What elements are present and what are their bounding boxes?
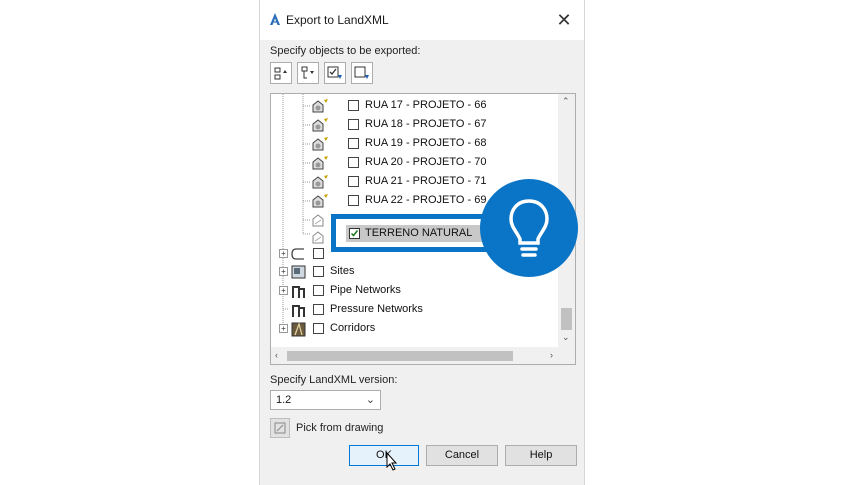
tree-item[interactable]: + Pipe Networks bbox=[271, 282, 561, 300]
selected-item-label: TERRENO NATURAL bbox=[365, 227, 473, 239]
dialog-title: Export to LandXML bbox=[286, 13, 389, 27]
pick-from-drawing-label: Pick from drawing bbox=[296, 422, 384, 434]
sites-icon bbox=[291, 265, 306, 279]
mouse-cursor-icon bbox=[386, 452, 398, 471]
checkbox[interactable] bbox=[313, 323, 324, 334]
pick-from-drawing-button[interactable] bbox=[270, 418, 290, 438]
check-all-icon bbox=[327, 66, 342, 79]
surface-outline-icon bbox=[312, 214, 324, 227]
alignment-icon bbox=[291, 248, 304, 260]
help-button[interactable]: Help bbox=[505, 445, 577, 466]
title-bar: Export to LandXML ✕ bbox=[260, 0, 584, 40]
checkbox[interactable] bbox=[348, 138, 359, 149]
tree-item[interactable]: + Corridors bbox=[271, 320, 561, 338]
expand-all-button[interactable] bbox=[270, 62, 292, 84]
tree-item-label: RUA 19 - PROJETO - 68 bbox=[365, 137, 487, 149]
objects-label: Specify objects to be exported: bbox=[270, 45, 421, 57]
vertical-scroll-thumb[interactable] bbox=[561, 308, 572, 330]
collapse-all-button[interactable] bbox=[297, 62, 319, 84]
check-all-button[interactable] bbox=[324, 62, 346, 84]
checkbox[interactable] bbox=[313, 285, 324, 296]
scroll-corner bbox=[558, 347, 575, 364]
tree-item-label: RUA 22 - PROJETO - 69 bbox=[365, 194, 487, 206]
corridors-icon bbox=[291, 322, 306, 337]
surface-icon bbox=[312, 137, 328, 151]
uncheck-all-icon bbox=[354, 66, 369, 79]
tree-item-label: Sites bbox=[330, 265, 355, 277]
expand-toggle[interactable]: + bbox=[279, 286, 288, 295]
surface-icon bbox=[312, 118, 328, 132]
checkbox[interactable] bbox=[348, 119, 359, 130]
checkbox[interactable] bbox=[348, 176, 359, 187]
scroll-up-icon[interactable]: ⌃ bbox=[562, 96, 570, 107]
checkbox[interactable] bbox=[313, 248, 324, 259]
tree-item[interactable]: RUA 18 - PROJETO - 67 bbox=[271, 116, 561, 134]
expand-all-icon bbox=[274, 67, 287, 80]
scroll-down-icon[interactable]: ⌄ bbox=[562, 332, 570, 343]
ok-button[interactable]: OK bbox=[349, 445, 419, 466]
uncheck-all-button[interactable] bbox=[351, 62, 373, 84]
highlight-frame: TERRENO NATURAL bbox=[331, 214, 497, 252]
cancel-button[interactable]: Cancel bbox=[426, 445, 498, 466]
tree-item-label: RUA 20 - PROJETO - 70 bbox=[365, 156, 487, 168]
chevron-down-icon: ⌄ bbox=[365, 394, 375, 406]
tree-item-label: Pipe Networks bbox=[330, 284, 401, 296]
tree-item[interactable]: RUA 20 - PROJETO - 70 bbox=[271, 154, 561, 172]
tree-item[interactable]: RUA 19 - PROJETO - 68 bbox=[271, 135, 561, 153]
scroll-left-icon[interactable]: ‹ bbox=[275, 350, 278, 360]
tree-item-label: Pressure Networks bbox=[330, 303, 423, 315]
checkbox-checked[interactable] bbox=[349, 228, 360, 239]
expand-toggle[interactable]: + bbox=[279, 249, 288, 258]
surface-outline-icon bbox=[312, 231, 324, 244]
pick-icon bbox=[274, 422, 286, 434]
checkbox[interactable] bbox=[348, 195, 359, 206]
checkbox[interactable] bbox=[313, 304, 324, 315]
tree-item[interactable]: Pressure Networks bbox=[271, 301, 561, 319]
close-icon: ✕ bbox=[556, 10, 572, 30]
tip-badge bbox=[480, 179, 578, 277]
horizontal-scrollbar[interactable]: ‹ › bbox=[271, 347, 559, 364]
scroll-right-icon[interactable]: › bbox=[550, 350, 553, 360]
version-label: Specify LandXML version: bbox=[270, 374, 398, 386]
surface-icon bbox=[312, 175, 328, 189]
checkbox[interactable] bbox=[348, 157, 359, 168]
expand-toggle[interactable]: + bbox=[279, 267, 288, 276]
tree-item[interactable]: RUA 17 - PROJETO - 66 bbox=[271, 97, 561, 115]
surface-icon bbox=[312, 99, 328, 113]
tree-item-label: RUA 18 - PROJETO - 67 bbox=[365, 118, 487, 130]
surface-icon bbox=[312, 194, 328, 208]
tree-item-label: RUA 21 - PROJETO - 71 bbox=[365, 175, 487, 187]
surface-icon bbox=[312, 156, 328, 170]
horizontal-scroll-thumb[interactable] bbox=[287, 351, 513, 361]
checkbox[interactable] bbox=[313, 266, 324, 277]
pressure-networks-icon bbox=[292, 305, 305, 317]
collapse-all-icon bbox=[301, 66, 314, 79]
tree-item-label: RUA 17 - PROJETO - 66 bbox=[365, 99, 487, 111]
pipe-networks-icon bbox=[292, 286, 305, 298]
selected-item[interactable]: TERRENO NATURAL bbox=[346, 225, 492, 242]
checkmark-icon bbox=[350, 230, 359, 237]
civil3d-app-icon bbox=[270, 13, 280, 25]
version-select[interactable]: 1.2 ⌄ bbox=[270, 390, 381, 410]
checkbox[interactable] bbox=[348, 100, 359, 111]
tree-item-label: Corridors bbox=[330, 322, 376, 334]
version-value: 1.2 bbox=[276, 394, 292, 406]
lightbulb-icon bbox=[509, 199, 549, 257]
close-button[interactable]: ✕ bbox=[552, 8, 576, 32]
expand-toggle[interactable]: + bbox=[279, 324, 288, 333]
